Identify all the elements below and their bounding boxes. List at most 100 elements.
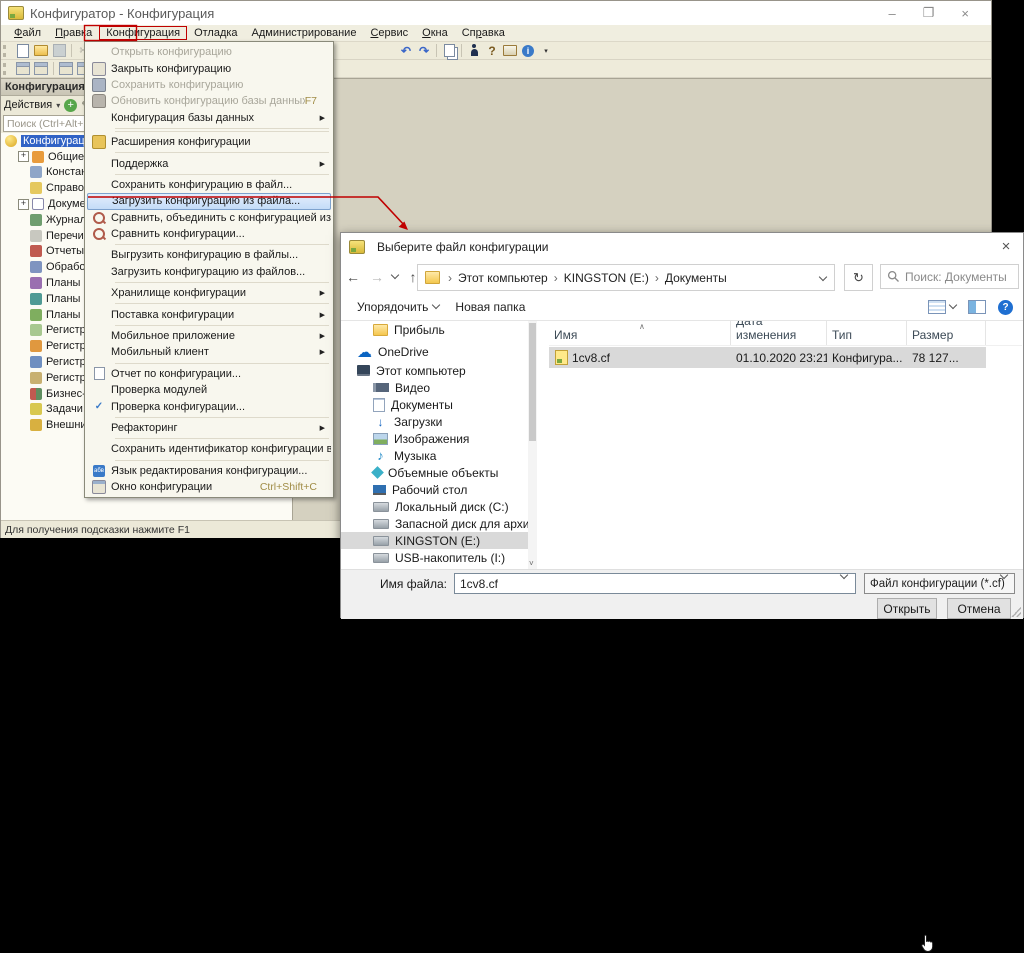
help-icon[interactable]: ? — [998, 300, 1013, 315]
menu-item[interactable]: Отчет по конфигурации... — [87, 366, 331, 382]
close-button[interactable]: × — [961, 6, 969, 21]
breadcrumb-dropdown-icon[interactable] — [820, 271, 826, 285]
nav-item-Документы[interactable]: Документы — [341, 396, 537, 413]
help-contents-icon[interactable] — [502, 44, 518, 58]
nav-item-Видео[interactable]: Видео — [341, 379, 537, 396]
nav-item-USB-накопитель (I:)[interactable]: USB-накопитель (I:) — [341, 549, 537, 566]
menubar-item-Справка[interactable]: Справка — [455, 26, 512, 40]
menu-item[interactable]: Поддержка▶ — [87, 155, 331, 171]
nav-item-Загрузки[interactable]: ↓Загрузки — [341, 413, 537, 430]
about-icon[interactable]: i — [520, 44, 536, 58]
help-search-icon[interactable]: ? — [484, 44, 500, 58]
menu-item[interactable]: Загрузить конфигурацию из файла... — [87, 193, 331, 209]
column-header-Тип[interactable]: Тип — [827, 321, 907, 345]
menu-item[interactable]: Закрыть конфигурацию — [87, 60, 331, 76]
refresh-button[interactable]: ↻ — [844, 264, 873, 291]
breadcrumb-item[interactable]: Этот компьютер — [454, 271, 552, 285]
nav-item-OneDrive[interactable]: ☁OneDrive — [341, 343, 537, 360]
menu-item[interactable]: Сохранить идентификатор конфигурации в ф… — [87, 441, 331, 457]
scrollbar-thumb[interactable] — [529, 323, 536, 441]
nav-item-KINGSTON (E:)[interactable]: KINGSTON (E:) — [341, 532, 537, 549]
menu-item[interactable]: Хранилище конфигурации▶ — [87, 285, 331, 301]
menu-item[interactable]: Проверка модулей — [87, 382, 331, 398]
minimize-button[interactable]: – — [889, 6, 896, 21]
column-header-Дата изменения[interactable]: Дата изменения — [731, 321, 827, 345]
copy-icon[interactable] — [441, 44, 457, 58]
menu-item[interactable]: Обновить конфигурацию базы данныхF7 — [87, 93, 331, 109]
toolbar-overflow-icon[interactable]: ▾ — [538, 44, 554, 58]
menu-item[interactable]: Рефакторинг▶ — [87, 420, 331, 436]
menu-item[interactable]: Поставка конфигурации▶ — [87, 306, 331, 322]
back-button[interactable]: ← — [345, 269, 361, 285]
menu-item[interactable]: Мобильное приложение▶ — [87, 328, 331, 344]
expand-icon[interactable]: + — [18, 151, 29, 162]
menubar-item-Сервис[interactable]: Сервис — [363, 26, 415, 40]
menu-item[interactable]: Сравнить конфигурации... — [87, 226, 331, 242]
menubar-item-Администрирование[interactable]: Администрирование — [245, 26, 364, 40]
nav-item-Объемные объекты[interactable]: Объемные объекты — [341, 464, 537, 481]
menu-item[interactable]: Открыть конфигурацию — [87, 44, 331, 60]
menubar-item-Окна[interactable]: Окна — [415, 26, 455, 40]
menu-item[interactable]: Мобильный клиент▶ — [87, 344, 331, 360]
resize-grip[interactable] — [1011, 607, 1021, 617]
actions-dropdown-icon[interactable]: ▾ — [56, 101, 60, 110]
designer-icon[interactable] — [466, 44, 482, 58]
nav-item-Прибыль[interactable]: Прибыль — [341, 321, 537, 338]
open-file-icon[interactable] — [33, 44, 49, 58]
undo-icon[interactable]: ↶ — [398, 44, 414, 58]
filetype-select[interactable]: Файл конфигурации (*.cf) — [864, 573, 1015, 594]
new-document-icon[interactable] — [15, 44, 31, 58]
toolbar-drag-handle[interactable] — [3, 63, 11, 75]
menu-item[interactable]: Сравнить, объединить с конфигурацией из … — [87, 210, 331, 226]
dialog-close-button[interactable]: × — [989, 233, 1023, 259]
nav-item-Локальный диск (C:)[interactable]: Локальный диск (C:) — [341, 498, 537, 515]
menu-item[interactable]: ✓Проверка конфигурации... — [87, 398, 331, 414]
search-input[interactable]: Поиск: Документы — [880, 264, 1019, 289]
actions-button[interactable]: Действия — [4, 99, 52, 111]
menu-item[interactable]: Конфигурация базы данных▶ — [87, 110, 331, 126]
filename-input[interactable]: 1cv8.cf — [454, 573, 856, 594]
file-row[interactable]: 1cv8.cf01.10.2020 23:21Конфигура...78 12… — [549, 347, 986, 368]
redo-icon[interactable]: ↷ — [416, 44, 432, 58]
menu-item[interactable]: Расширения конфигурации — [87, 134, 331, 150]
menu-item[interactable]: Загрузить конфигурацию из файлов... — [87, 264, 331, 280]
find-panel-icon[interactable] — [33, 62, 49, 76]
forward-button[interactable]: → — [369, 269, 385, 285]
nav-item-Изображения[interactable]: Изображения — [341, 430, 537, 447]
preview-pane-icon[interactable] — [968, 300, 986, 314]
file-modified-cell: 01.10.2020 23:21 — [731, 351, 827, 365]
cancel-button[interactable]: Отмена — [947, 598, 1011, 619]
breadcrumb-item[interactable]: Документы — [661, 271, 731, 285]
configuration-panel-icon[interactable] — [15, 62, 31, 76]
open-button[interactable]: Открыть — [877, 598, 937, 619]
filename-dropdown-icon[interactable] — [840, 571, 848, 579]
organize-button[interactable]: Упорядочить — [357, 300, 439, 314]
menubar-item-Файл[interactable]: Файл — [7, 26, 48, 40]
menubar-item-Отладка[interactable]: Отладка — [187, 26, 244, 40]
maximize-button[interactable]: ❐ — [923, 5, 935, 21]
menu-item[interactable]: абвЯзык редактирования конфигурации... — [87, 463, 331, 479]
add-icon[interactable]: + — [64, 99, 77, 112]
menu-item[interactable]: Сохранить конфигурацию — [87, 77, 331, 93]
breadcrumb[interactable]: › Этот компьютер›KINGSTON (E:)›Документы — [417, 264, 835, 291]
menu-item[interactable]: Выгрузить конфигурацию в файлы... — [87, 247, 331, 263]
column-header-Размер[interactable]: Размер — [907, 321, 986, 345]
nav-scrollbar[interactable]: ˅ — [528, 321, 537, 569]
database-panel-icon[interactable] — [58, 62, 74, 76]
menu-item[interactable]: Сохранить конфигурацию в файл... — [87, 177, 331, 193]
menubar-item-Правка[interactable]: Правка — [48, 26, 99, 40]
menubar-item-Конфигурация[interactable]: Конфигурация — [99, 26, 187, 40]
menu-item[interactable]: Окно конфигурацииCtrl+Shift+C — [87, 479, 331, 495]
views-button[interactable] — [928, 300, 956, 314]
nav-item-Музыка[interactable]: ♪Музыка — [341, 447, 537, 464]
nav-item-Рабочий стол[interactable]: Рабочий стол — [341, 481, 537, 498]
toolbar-drag-handle[interactable] — [3, 45, 11, 57]
nav-item-Этот компьютер[interactable]: Этот компьютер — [341, 362, 537, 379]
expand-icon[interactable]: + — [18, 199, 29, 210]
new-folder-button[interactable]: Новая папка — [455, 300, 525, 314]
history-dropdown-icon[interactable] — [390, 272, 400, 282]
scroll-down-icon[interactable]: ˅ — [529, 559, 534, 568]
nav-item-Запасной диск для архива[interactable]: Запасной диск для архива — [341, 515, 537, 532]
breadcrumb-item[interactable]: KINGSTON (E:) — [560, 271, 653, 285]
save-file-icon[interactable] — [51, 44, 67, 58]
